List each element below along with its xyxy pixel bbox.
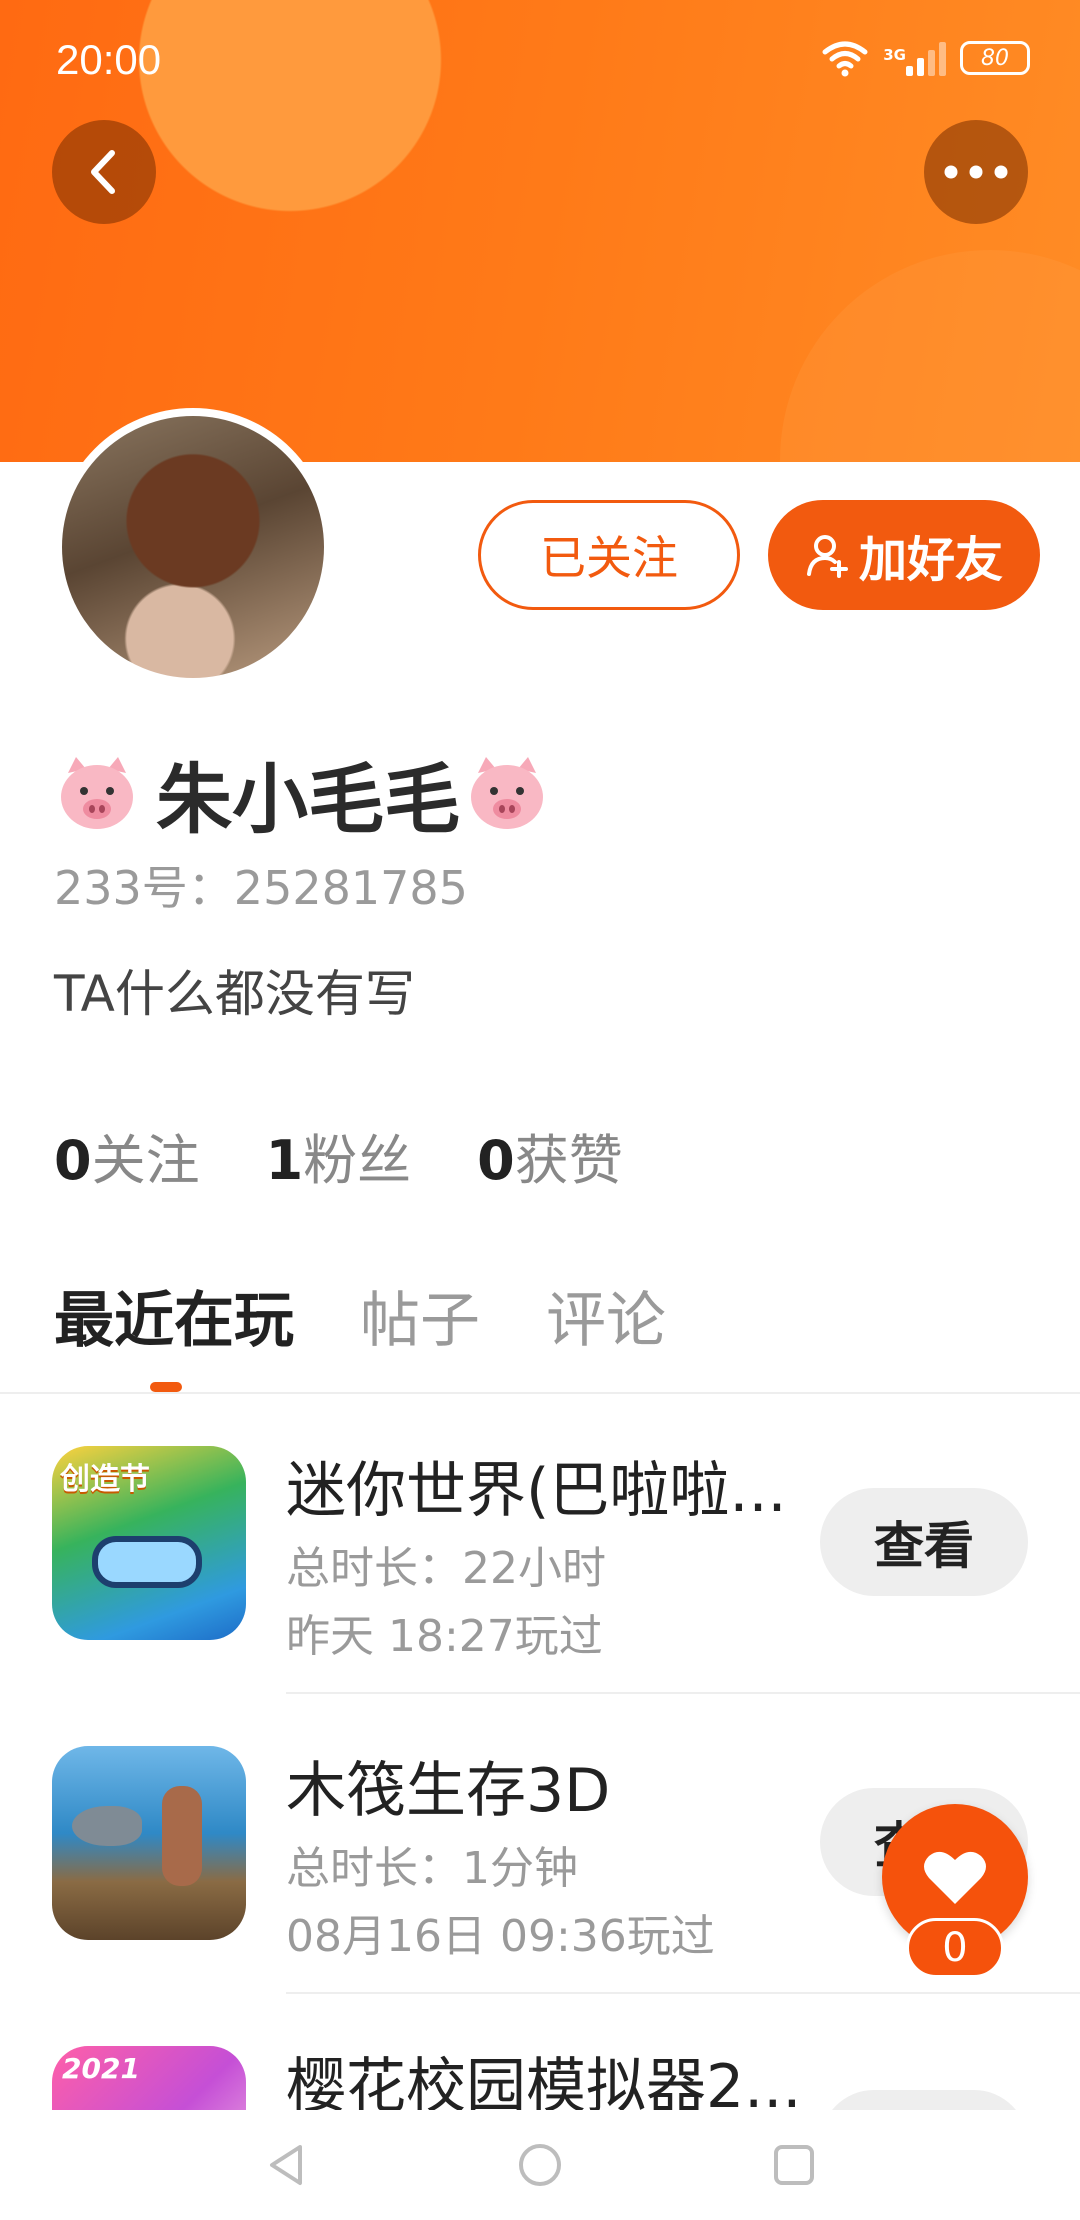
back-button[interactable]: [52, 120, 156, 224]
game-last-played: 08月16日 09:36玩过: [286, 1911, 715, 1962]
status-icons: 3G 80: [821, 38, 1030, 78]
list-item[interactable]: 创造节 迷你世界(巴啦啦... 总时长：22小时 昨天 18:27玩过 查看: [0, 1394, 1080, 1694]
avatar-image: [62, 416, 324, 678]
followed-button[interactable]: 已关注: [478, 500, 740, 610]
stats-row: 0关注 1粉丝 0获赞: [54, 1116, 623, 1195]
stat-following[interactable]: 0关注: [54, 1116, 200, 1195]
like-count: 0: [906, 1918, 1004, 1978]
game-title: 木筏生存3D: [286, 1756, 611, 1826]
stat-value: 0: [54, 1129, 92, 1192]
battery-level: 80: [981, 45, 1009, 71]
game-icon: 2021: [52, 2046, 246, 2110]
status-time: 20:00: [56, 36, 162, 83]
network-type: 3G: [883, 46, 906, 64]
stat-label: 关注: [91, 1129, 200, 1192]
heart-icon: [924, 1851, 986, 1904]
pig-face-icon: [471, 757, 543, 829]
game-icon-label: 2021: [62, 2052, 140, 2085]
more-dots-icon: [944, 165, 1008, 179]
game-icon: [52, 1746, 246, 1940]
chevron-left-icon: [91, 150, 115, 194]
tab-indicator: [150, 1382, 182, 1392]
stat-value: 1: [265, 1129, 304, 1192]
list-item[interactable]: 2021 樱花校园模拟器2... 查看: [0, 1994, 1080, 2110]
battery-icon: 80: [960, 41, 1030, 75]
stat-label: 粉丝: [303, 1129, 412, 1192]
game-last-played: 昨天 18:27玩过: [286, 1611, 603, 1662]
user-id: 233号：25281785: [54, 861, 468, 915]
profile-tabs: 最近在玩 帖子 评论: [54, 1272, 666, 1359]
game-title: 迷你世界(巴啦啦...: [286, 1456, 787, 1526]
pig-face-icon: [61, 757, 133, 829]
tab-comments[interactable]: 评论: [546, 1272, 666, 1359]
game-duration: 总时长：1分钟: [286, 1843, 578, 1894]
user-bio: TA什么都没有写: [54, 965, 415, 1023]
tab-posts[interactable]: 帖子: [360, 1272, 480, 1359]
view-button[interactable]: 查看: [820, 1488, 1028, 1596]
add-user-icon: [806, 535, 848, 578]
game-list: 创造节 迷你世界(巴啦啦... 总时长：22小时 昨天 18:27玩过 查看 木…: [0, 1394, 1080, 2110]
tab-recently-played[interactable]: 最近在玩: [54, 1272, 294, 1359]
game-icon-label: 创造节: [60, 1462, 150, 1497]
wifi-icon: [822, 41, 868, 77]
view-button[interactable]: 查看: [820, 2090, 1028, 2110]
username-row: 朱小毛毛: [54, 738, 550, 848]
system-nav-bar: [0, 2110, 1080, 2220]
banner-decoration: [780, 250, 1080, 462]
game-title: 樱花校园模拟器2...: [286, 2052, 802, 2110]
stat-value: 0: [477, 1129, 515, 1192]
stat-label: 获赞: [514, 1129, 623, 1192]
add-friend-label: 加好友: [858, 532, 1003, 588]
username: 朱小毛毛: [156, 755, 460, 844]
stat-likes[interactable]: 0获赞: [477, 1116, 623, 1195]
avatar[interactable]: [54, 408, 332, 686]
stat-followers[interactable]: 1粉丝: [266, 1116, 412, 1195]
game-duration: 总时长：22小时: [286, 1543, 606, 1594]
nav-back-icon[interactable]: [264, 2141, 308, 2189]
nav-home-icon[interactable]: [516, 2141, 564, 2189]
more-button[interactable]: [924, 120, 1028, 224]
signal-icon: [906, 40, 946, 76]
add-friend-button[interactable]: 加好友: [768, 500, 1040, 610]
followed-label: 已关注: [540, 531, 678, 585]
game-icon: 创造节: [52, 1446, 246, 1640]
nav-recents-icon[interactable]: [772, 2143, 816, 2187]
